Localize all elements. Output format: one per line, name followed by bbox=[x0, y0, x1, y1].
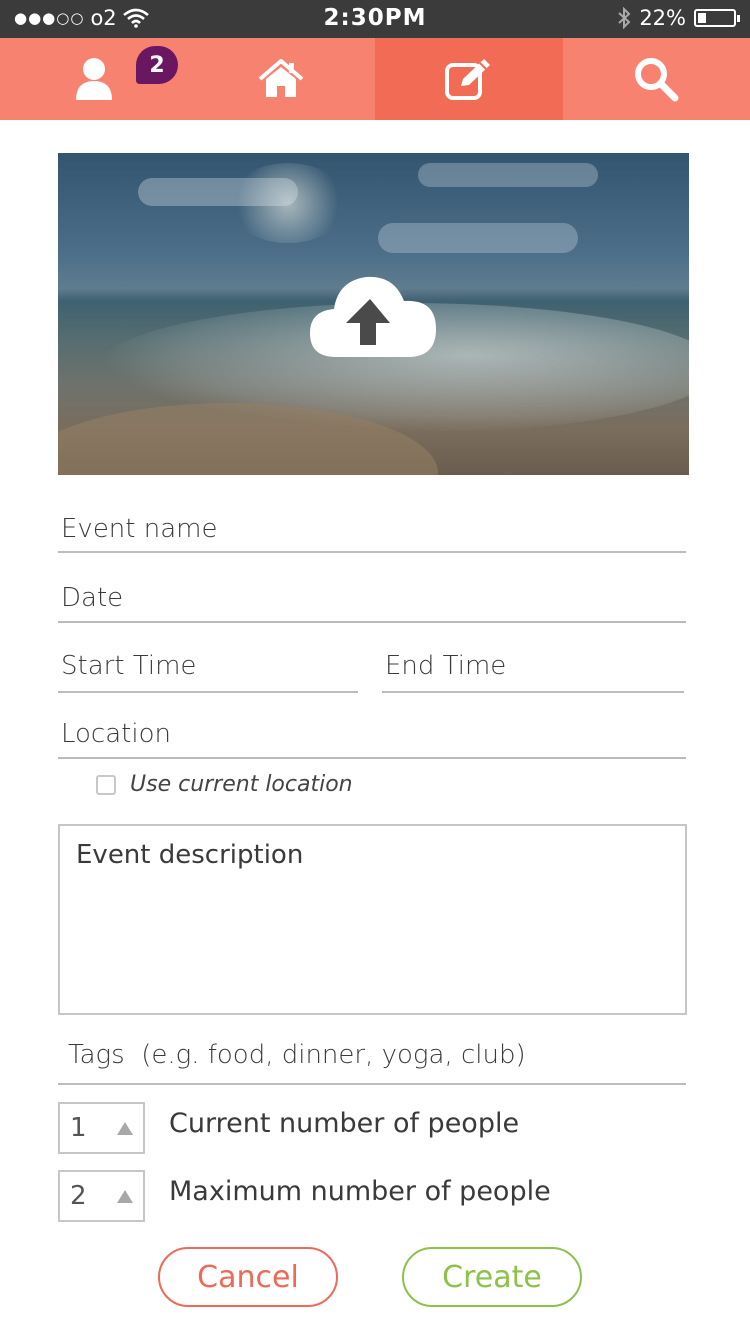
max-people-label: Maximum number of people bbox=[169, 1176, 551, 1207]
status-right: 22% bbox=[617, 6, 740, 30]
start-time-field bbox=[58, 651, 361, 693]
increment-arrow-icon[interactable] bbox=[117, 1189, 133, 1203]
use-current-location-checkbox[interactable] bbox=[96, 774, 116, 795]
top-nav: 2 bbox=[0, 38, 750, 120]
notification-badge[interactable]: 2 bbox=[136, 46, 178, 84]
edit-icon bbox=[444, 59, 490, 100]
nav-create[interactable] bbox=[375, 38, 563, 120]
home-icon bbox=[258, 59, 304, 97]
start-time-input[interactable] bbox=[58, 651, 361, 685]
increment-arrow-icon[interactable] bbox=[117, 1121, 133, 1135]
date-field bbox=[58, 583, 689, 623]
event-image[interactable] bbox=[58, 153, 689, 475]
max-people-stepper[interactable]: 2 bbox=[58, 1170, 145, 1222]
cloud-upload-icon[interactable] bbox=[308, 263, 440, 363]
status-bar: ●●●○○ o2 2:30PM 22% bbox=[0, 0, 750, 38]
date-input[interactable] bbox=[58, 583, 689, 617]
event-description-box bbox=[58, 824, 687, 1015]
tags-field bbox=[58, 1040, 696, 1085]
current-people-label: Current number of people bbox=[169, 1108, 520, 1139]
event-description-input[interactable] bbox=[60, 826, 685, 1013]
bluetooth-icon bbox=[618, 7, 631, 29]
use-current-location-row: Use current location bbox=[96, 772, 353, 797]
location-field bbox=[58, 719, 689, 759]
nav-home[interactable] bbox=[187, 38, 375, 120]
end-time-field bbox=[382, 651, 687, 693]
location-input[interactable] bbox=[58, 719, 689, 753]
end-time-input[interactable] bbox=[382, 651, 687, 685]
current-people-stepper[interactable]: 1 bbox=[58, 1102, 145, 1154]
user-icon bbox=[75, 58, 112, 100]
nav-search[interactable] bbox=[562, 38, 750, 120]
nav-profile[interactable]: 2 bbox=[0, 38, 188, 120]
current-people-value: 1 bbox=[70, 1113, 87, 1143]
cancel-button[interactable]: Cancel bbox=[158, 1247, 338, 1307]
tags-input[interactable] bbox=[58, 1040, 696, 1074]
battery-percent: 22% bbox=[639, 6, 686, 30]
max-people-value: 2 bbox=[70, 1181, 87, 1211]
event-name-input[interactable] bbox=[58, 514, 689, 548]
event-name-field bbox=[58, 514, 689, 553]
search-icon bbox=[635, 58, 679, 102]
use-current-location-label: Use current location bbox=[130, 772, 353, 797]
create-button[interactable]: Create bbox=[402, 1247, 582, 1307]
battery-icon bbox=[694, 9, 740, 27]
